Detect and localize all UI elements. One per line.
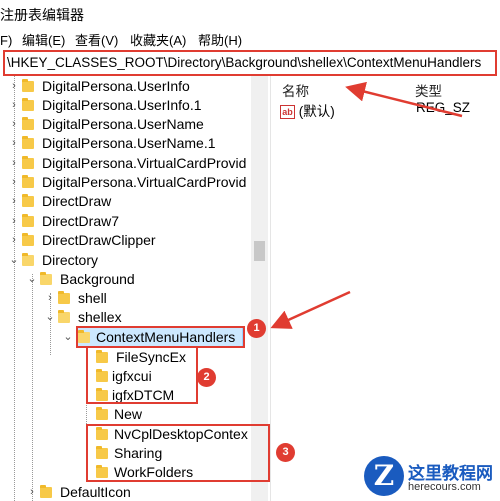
folder-icon bbox=[22, 156, 34, 169]
folder-icon bbox=[22, 194, 34, 207]
tree-item-label: shell bbox=[78, 290, 107, 306]
chevron-right-icon[interactable]: › bbox=[8, 212, 20, 231]
folder-icon bbox=[22, 233, 34, 246]
values-pane: 名称 类型 ab (默认) REG_SZ bbox=[278, 76, 500, 501]
folder-open-icon bbox=[78, 330, 90, 343]
annotation-badge-2: 2 bbox=[197, 368, 216, 387]
folder-icon bbox=[22, 79, 34, 92]
tree-item-label: DigitalPersona.VirtualCardProvid bbox=[42, 155, 247, 171]
tree-item-label: DirectDraw bbox=[42, 193, 112, 209]
tree-item-label: DigitalPersona.UserInfo.1 bbox=[42, 97, 202, 113]
tree-item-label: DirectDrawClipper bbox=[42, 232, 156, 248]
chevron-right-icon[interactable]: › bbox=[26, 483, 38, 501]
menu-help[interactable]: 帮助(H) bbox=[198, 30, 242, 52]
chevron-right-icon[interactable]: › bbox=[8, 115, 20, 134]
menu-view[interactable]: 查看(V) bbox=[75, 30, 118, 52]
tree-item-label: Background bbox=[60, 271, 135, 287]
folder-icon bbox=[96, 407, 108, 420]
annotation-box-3 bbox=[86, 424, 270, 482]
chevron-down-icon[interactable]: ⌄ bbox=[8, 251, 20, 270]
folder-open-icon bbox=[22, 253, 34, 266]
chevron-down-icon[interactable]: ⌄ bbox=[26, 270, 38, 289]
tree-item-label: DefaultIcon bbox=[60, 484, 131, 500]
tree-item-label: DigitalPersona.VirtualCardProvid bbox=[42, 174, 247, 190]
chevron-right-icon[interactable]: › bbox=[8, 134, 20, 153]
menu-bar: F) 编辑(E) 查看(V) 收藏夹(A) 帮助(H) bbox=[0, 30, 500, 52]
annotation-box-2 bbox=[86, 346, 198, 404]
value-type: REG_SZ bbox=[416, 100, 471, 115]
folder-icon bbox=[22, 175, 34, 188]
tree-item-label: DigitalPersona.UserName.1 bbox=[42, 135, 216, 151]
value-name: (默认) bbox=[298, 104, 335, 119]
folder-icon bbox=[58, 291, 70, 304]
string-value-icon: ab bbox=[280, 105, 295, 120]
chevron-down-icon[interactable]: ⌄ bbox=[62, 328, 74, 347]
chevron-right-icon[interactable]: › bbox=[8, 154, 20, 173]
folder-open-icon bbox=[58, 310, 70, 323]
tree-item-label: New bbox=[114, 406, 143, 422]
chevron-right-icon[interactable]: › bbox=[44, 289, 56, 308]
folder-icon bbox=[40, 485, 52, 498]
chevron-right-icon[interactable]: › bbox=[8, 192, 20, 211]
site-watermark: Z 这里教程网 herecours.com bbox=[362, 456, 498, 498]
column-header-name[interactable]: 名称 bbox=[282, 80, 309, 100]
folder-open-icon bbox=[40, 272, 52, 285]
tree-item-label: DigitalPersona.UserInfo bbox=[42, 78, 190, 94]
chevron-right-icon[interactable]: › bbox=[8, 231, 20, 250]
column-header-type[interactable]: 类型 bbox=[415, 80, 442, 100]
annotation-badge-3: 3 bbox=[276, 443, 295, 462]
folder-icon bbox=[22, 98, 34, 111]
menu-file[interactable]: F) bbox=[0, 30, 12, 52]
folder-icon bbox=[22, 117, 34, 130]
value-row[interactable]: ab (默认) bbox=[280, 100, 335, 120]
folder-icon bbox=[22, 214, 34, 227]
scrollbar-thumb[interactable] bbox=[254, 241, 265, 261]
address-bar[interactable]: \HKEY_CLASSES_ROOT\Directory\Background\… bbox=[3, 50, 497, 76]
chevron-right-icon[interactable]: › bbox=[8, 96, 20, 115]
menu-favorites[interactable]: 收藏夹(A) bbox=[130, 30, 186, 52]
tree-item-label: DirectDraw7 bbox=[42, 213, 120, 229]
menu-edit[interactable]: 编辑(E) bbox=[22, 30, 65, 52]
pane-splitter[interactable] bbox=[270, 76, 278, 501]
site-logo-icon: Z bbox=[364, 456, 404, 496]
chevron-right-icon[interactable]: › bbox=[8, 77, 20, 96]
chevron-down-icon[interactable]: ⌄ bbox=[44, 308, 56, 327]
window-title: 注册表编辑器 bbox=[0, 0, 500, 30]
chevron-right-icon[interactable]: › bbox=[8, 173, 20, 192]
annotation-badge-1: 1 bbox=[247, 319, 266, 338]
tree-item-label: shellex bbox=[78, 309, 122, 325]
tree-item-label: Directory bbox=[42, 252, 99, 268]
tree-item-label: ContextMenuHandlers bbox=[96, 329, 236, 345]
folder-icon bbox=[22, 136, 34, 149]
watermark-url: herecours.com bbox=[408, 481, 481, 493]
tree-item-label: DigitalPersona.UserName bbox=[42, 116, 204, 132]
